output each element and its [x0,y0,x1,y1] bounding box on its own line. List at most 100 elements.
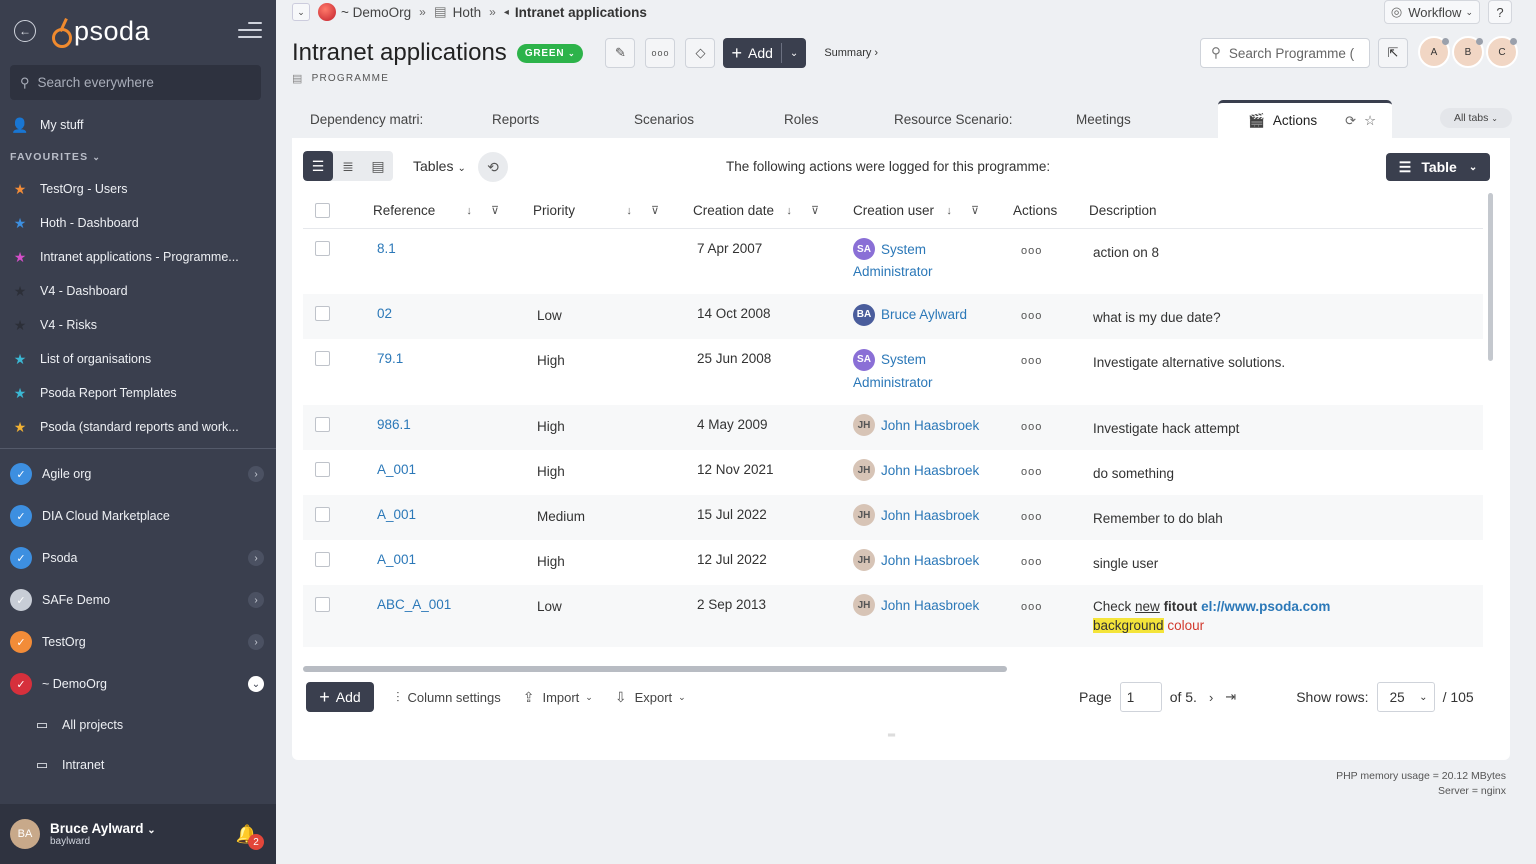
collapse-sidebar-icon[interactable] [238,22,262,38]
tab-actions[interactable]: 🎬 Actions ⟳ ☆ [1218,100,1393,138]
user-cell[interactable]: SA System Administrator [841,229,1001,294]
row-checkbox[interactable] [315,351,330,367]
workflow-button[interactable]: ◎ Workflow ⌄ [1383,0,1480,24]
chevron-right-icon[interactable]: › [248,592,264,608]
all-tabs-button[interactable]: All tabs ⌄ [1439,108,1512,128]
share-icon[interactable]: ⇱ [1378,38,1408,68]
table-view-button[interactable]: ☰ Table ⌄ [1386,153,1490,181]
reference-link[interactable]: 8.1 [377,241,396,256]
tab-item[interactable]: Roles [766,100,876,138]
row-checkbox[interactable] [315,506,330,522]
organisation-item[interactable]: ✓ Agile org › [0,453,276,495]
user-cell[interactable]: JH John Haasbroek [841,540,1001,584]
logo[interactable]: psoda [52,16,150,48]
favourite-item[interactable]: ★ Psoda (standard reports and work... [0,410,276,444]
user-panel[interactable]: BA Bruce Aylward ⌄ baylward 🔔 2 [0,804,276,864]
select-all-checkbox[interactable] [315,203,330,218]
tag-icon[interactable]: ◇ [685,38,716,68]
more-options-icon[interactable]: ooo [1021,351,1042,367]
favourite-item[interactable]: ★ V4 - Risks [0,308,276,342]
more-options-icon[interactable]: ooo [1021,507,1042,523]
breadcrumb-org[interactable]: ~ DemoOrg [341,5,411,20]
column-description[interactable]: Description [1077,203,1377,218]
breadcrumb-parent[interactable]: Hoth [453,5,482,20]
user-cell[interactable]: JH John Haasbroek [841,585,1001,629]
tables-dropdown[interactable]: Tables ⌄ [413,158,466,174]
table-row[interactable]: A_001 High 12 Nov 2021 JH John Haasbroek ooo d… [303,450,1483,495]
favourite-item[interactable]: ★ Intranet applications - Programme... [0,240,276,274]
add-action-button[interactable]: + Add [306,682,374,712]
chevron-down-icon[interactable]: ⌄ [248,676,264,692]
organisation-item[interactable]: ✓ Psoda › [0,537,276,579]
reload-icon[interactable]: ⟲ [478,152,508,182]
user-cell[interactable]: BA Bruce Aylward [841,294,1001,338]
user-cell[interactable]: JH John Haasbroek [841,450,1001,494]
vertical-scrollbar[interactable] [1488,193,1493,361]
refresh-icon[interactable]: ⟳ [1345,113,1356,129]
table-row[interactable]: 02 Low 14 Oct 2008 BA Bruce Aylward ooo what i… [303,294,1483,340]
density-large-icon[interactable]: ☰ [303,151,333,181]
search-everywhere-input[interactable]: ⚲ Search everywhere [10,65,261,100]
organisation-item[interactable]: ✓ SAFe Demo › [0,579,276,621]
chevron-right-icon[interactable]: › [248,634,264,650]
row-checkbox[interactable] [315,461,330,477]
breadcrumb-dropdown-icon[interactable]: ⌄ [292,3,310,21]
more-options-icon[interactable]: ooo [1021,417,1042,433]
add-dropdown-button[interactable]: + Add ⌄ [723,38,807,68]
status-badge[interactable]: GREEN ⌄ [516,43,584,63]
more-options-icon[interactable]: ooo [1021,462,1042,478]
column-creation-date[interactable]: Creation date ↓ ⊽ [681,203,841,218]
density-medium-icon[interactable]: ≣ [333,151,363,181]
row-checkbox[interactable] [315,416,330,432]
chevron-right-icon[interactable]: › [248,466,264,482]
chevron-right-icon[interactable]: › [248,550,264,566]
back-button[interactable]: ← [14,20,36,42]
favourite-item[interactable]: ★ TestOrg - Users [0,172,276,206]
table-row[interactable]: 8.1 7 Apr 2007 SA System Administrator ooo act… [303,229,1483,294]
summary-link[interactable]: Summary › [824,47,878,59]
tab-item[interactable]: Meetings [1058,100,1218,138]
sort-filter-icon[interactable]: ↓ ⊽ [626,204,667,217]
column-priority[interactable]: Priority ↓ ⊽ [521,203,681,218]
horizontal-scrollbar[interactable] [303,666,1483,672]
more-options-icon[interactable]: ooo [1021,241,1042,257]
reference-link[interactable]: 986.1 [377,417,411,432]
page-number-input[interactable]: 1 [1119,682,1162,712]
import-button[interactable]: ⇪ Import ⌄ [523,689,593,706]
table-row[interactable]: 986.1 High 4 May 2009 JH John Haasbroek ooo In… [303,404,1483,450]
favourite-item[interactable]: ★ V4 - Dashboard [0,274,276,308]
more-options-icon[interactable]: ooo [1021,306,1042,322]
row-checkbox[interactable] [315,306,330,322]
favourite-item[interactable]: ★ List of organisations [0,342,276,376]
desc-link[interactable]: el://www.psoda.com [1201,599,1330,614]
tab-item[interactable]: Scenarios [616,100,766,138]
more-options-icon[interactable]: ooo [1021,597,1042,613]
column-settings-button[interactable]: ⫶ Column settings [396,689,501,706]
user-cell[interactable]: SA System Administrator [841,339,1001,404]
user-cell[interactable]: JH John Haasbroek [841,495,1001,539]
organisation-sub-item[interactable]: ▭ All projects [0,705,276,745]
table-row[interactable]: A_001 High 12 Jul 2022 JH John Haasbroek ooo s… [303,540,1483,585]
edit-pencil-icon[interactable]: ✎ [605,38,636,68]
reference-link[interactable]: A_001 [377,552,416,567]
organisation-sub-item[interactable]: ▭ Intranet [0,745,276,785]
row-checkbox[interactable] [315,596,330,612]
row-checkbox[interactable] [315,241,330,256]
user-cell[interactable]: JH John Haasbroek [841,405,1001,449]
organisation-item[interactable]: ✓ TestOrg › [0,621,276,663]
sort-filter-icon[interactable]: ↓ ⊽ [466,204,507,217]
density-small-icon[interactable]: ▤ [363,151,393,181]
favourite-item[interactable]: ★ Psoda Report Templates [0,376,276,410]
help-button[interactable]: ? [1488,0,1512,24]
reference-link[interactable]: A_001 [377,507,416,522]
favourites-header[interactable]: FAVOURITES ⌄ [0,142,276,172]
organisation-item[interactable]: ✓ ~ DemoOrg ⌄ [0,663,276,705]
rows-per-page-select[interactable]: 25 ⌄ [1376,682,1435,712]
tab-item[interactable]: Reports [474,100,616,138]
export-button[interactable]: ⇩ Export ⌄ [615,689,686,706]
organisation-item[interactable]: ✓ DIA Cloud Marketplace [0,495,276,537]
reference-link[interactable]: 79.1 [377,351,403,366]
my-stuff-link[interactable]: 👤 My stuff [0,108,276,142]
sort-filter-icon[interactable]: ↓ ⊽ [786,204,827,217]
table-row[interactable]: ABC_A_001 Low 2 Sep 2013 JH John Haasbroek oo… [303,584,1483,647]
